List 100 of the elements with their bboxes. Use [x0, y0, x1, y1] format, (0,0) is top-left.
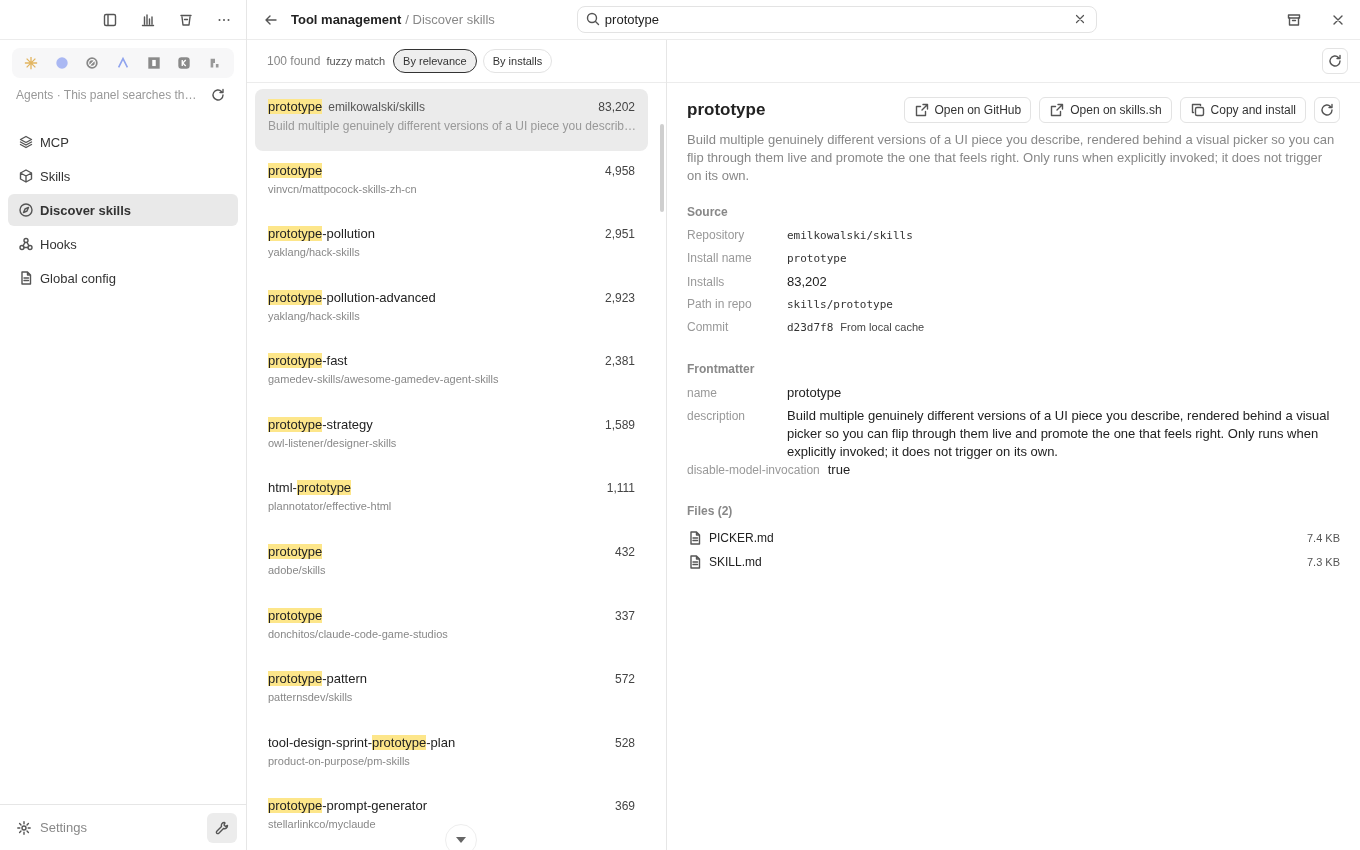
result-item[interactable]: prototype-fast 2,381 gamedev-skills/awesome-gamedev-agent-skills [255, 343, 648, 405]
action-button[interactable]: Open on skills.sh [1039, 97, 1172, 123]
file-name[interactable]: SKILL.md [709, 555, 762, 569]
install-count: 83,202 [598, 100, 635, 114]
copy-icon [1189, 102, 1206, 118]
field-value: skills/prototype [787, 297, 893, 313]
refresh-button[interactable] [1314, 97, 1340, 123]
sidebar-toggle-icon[interactable] [102, 11, 118, 28]
field-label: Install name [687, 251, 753, 265]
external-link-icon [913, 102, 930, 118]
repo-name: stellarlinkco/myclaude [268, 818, 377, 831]
result-item[interactable]: prototype-pollution 2,951 yaklang/hack-skills [255, 216, 648, 278]
field-value: d23d7f8 [787, 320, 834, 336]
skill-name: prototype [268, 544, 323, 560]
external-link-icon [1049, 102, 1066, 118]
repo-name: patternsdev/skills [268, 691, 354, 704]
skill-name: prototype [268, 99, 323, 114]
settings-link[interactable]: Settings [16, 819, 87, 836]
result-item[interactable]: prototype-pollution-advanced 2,923 yaklang/hack-skills [255, 279, 648, 342]
install-count: 1,589 [604, 417, 635, 432]
install-count: 4,958 [604, 163, 635, 178]
result-item[interactable]: html-prototype 1,111 plannotator/effective-html [255, 470, 648, 533]
slashed-circle-icon[interactable] [86, 57, 99, 69]
field-value: emilkowalski/skills [787, 228, 913, 244]
skill-description: Build multiple genuinely different versions of a UI piece you describ… [268, 119, 635, 133]
square-icon[interactable] [147, 57, 160, 69]
skill-name: tool-design-sprint-prototype-plan [268, 734, 456, 750]
skill-name: prototype-strategy [268, 416, 373, 432]
skill-name: prototype-fast [268, 353, 348, 369]
result-item[interactable]: prototype 4,958 vinvcn/mattpocock-skills-zh-cn [255, 152, 648, 215]
sidebar-item[interactable]: Global config [8, 262, 238, 294]
file-size: 7.3 KB [1306, 556, 1340, 568]
wrench-icon [214, 819, 230, 836]
refresh-button[interactable] [1322, 48, 1348, 74]
action-button[interactable]: Copy and install [1179, 97, 1306, 123]
archive-icon[interactable] [1286, 11, 1302, 28]
webhook-icon [18, 236, 34, 252]
skill-name: html-prototype [268, 480, 352, 496]
field-value: Build multiple genuinely different versions of a UI piece you describe, rendered behind a visual picker so you can flip through them live and promote the one that feels right. Only runs when explicitly invoked; it does not trigger on its own. [787, 407, 1331, 461]
result-item[interactable]: tool-design-sprint-prototype-plan 528 product-on-purpose/pm-skills [255, 724, 648, 787]
file-size: 7.4 KB [1306, 532, 1340, 544]
result-item[interactable]: prototype-strategy 1,589 owl-listener/designer-skills [255, 406, 648, 469]
document-icon [18, 270, 34, 286]
scroll-down-button[interactable] [445, 824, 477, 850]
repo-name: yaklang/hack-skills [268, 309, 361, 322]
install-count: 337 [614, 608, 635, 623]
sort-button[interactable]: By installs [482, 49, 553, 73]
install-count: 572 [614, 672, 635, 687]
result-count: 100 found [267, 54, 321, 68]
settings-icon [16, 819, 32, 836]
rounded-square-icon[interactable] [178, 57, 190, 69]
install-count: 1,111 [606, 481, 635, 496]
sidebar-item[interactable]: Hooks [8, 228, 238, 260]
repo-name: owl-listener/designer-skills [268, 436, 398, 449]
refresh-icon[interactable] [210, 87, 226, 103]
file-icon [687, 530, 703, 546]
repo-name: yaklang/hack-skills [268, 246, 361, 259]
result-item[interactable]: prototype 432 adobe/skills [255, 534, 648, 596]
repo-name: gamedev-skills/awesome-gamedev-agent-skills [268, 373, 500, 386]
sidebar-item[interactable]: Discover skills [8, 194, 238, 226]
field-label: disable-model-invocation [687, 463, 820, 477]
skill-name: prototype-pattern [268, 671, 367, 687]
match-mode: fuzzy match [326, 55, 386, 67]
result-item[interactable]: prototype 337 donchitos/claude-code-game-studios [255, 597, 648, 660]
section-heading: Files (2) [687, 504, 734, 518]
result-item[interactable]: prototype-prompt-generator 369 stellarlinkco/myclaude [255, 788, 648, 850]
field-value: 83,202 [787, 273, 827, 291]
file-name[interactable]: PICKER.md [709, 531, 774, 545]
compass-icon [18, 202, 34, 218]
result-item[interactable]: prototype emilkowalski/skills 83,202 Build multiple genuinely different versions of a UI piece you describ… [255, 89, 648, 151]
skill-name: prototype-prompt-generator [268, 798, 427, 814]
field-label: description [687, 409, 747, 423]
sort-button[interactable]: By relevance [393, 49, 477, 73]
install-count: 432 [614, 545, 635, 560]
action-button[interactable]: Open on GitHub [903, 97, 1032, 123]
block-icon[interactable] [210, 58, 219, 68]
cube-icon [18, 168, 34, 184]
page-title: Tool management [291, 12, 402, 27]
repo-name: adobe/skills [268, 564, 327, 577]
field-label: Installs [687, 275, 726, 289]
field-label: Path in repo [687, 297, 753, 311]
install-count: 2,923 [604, 290, 635, 305]
cache-note: From local cache [840, 321, 925, 333]
result-item[interactable]: prototype-pattern 572 patternsdev/skills [255, 661, 648, 723]
scrollbar[interactable] [660, 124, 664, 212]
section-heading: Source [687, 205, 729, 219]
install-count: 2,951 [604, 227, 635, 242]
sidebar-item[interactable]: Skills [8, 160, 238, 192]
search-field[interactable]: prototype [576, 6, 1097, 33]
repo-name: product-on-purpose/pm-skills [268, 754, 411, 767]
repo-name: donchitos/claude-code-game-studios [268, 627, 449, 640]
section-heading: Frontmatter [687, 362, 756, 376]
install-count: 369 [614, 799, 635, 814]
layers-icon [18, 134, 34, 150]
sidebar-item[interactable]: MCP [8, 126, 238, 158]
repo-name: plannotator/effective-html [268, 500, 393, 513]
search-icon [584, 11, 601, 27]
bar-chart-icon[interactable] [140, 11, 156, 28]
tools-button[interactable] [207, 812, 237, 843]
field-value: prototype [787, 251, 847, 267]
